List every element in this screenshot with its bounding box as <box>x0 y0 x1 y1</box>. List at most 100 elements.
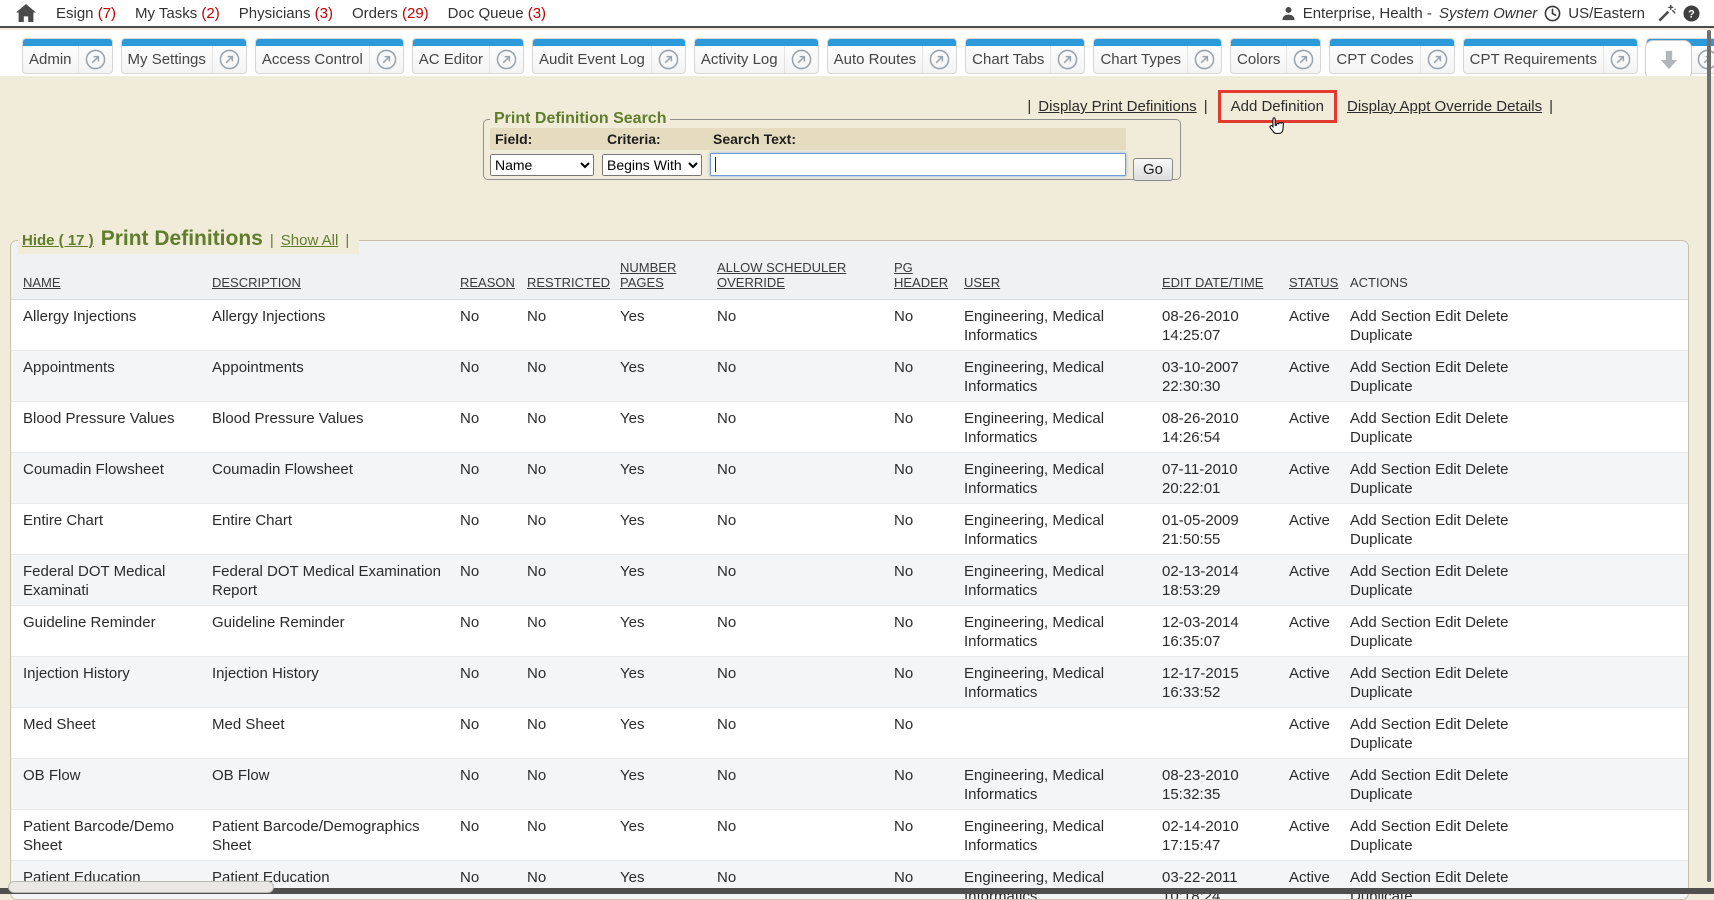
tab-chart-types[interactable]: Chart Types <box>1093 38 1222 74</box>
tab-access-control[interactable]: Access Control <box>255 38 404 74</box>
action-delete[interactable]: Delete <box>1465 563 1508 580</box>
open-in-new-icon[interactable] <box>376 49 397 70</box>
nav-physicians[interactable]: Physicians (3) <box>239 5 333 22</box>
open-in-new-icon[interactable] <box>1427 49 1448 70</box>
action-edit[interactable]: Edit <box>1435 461 1461 478</box>
action-delete[interactable]: Delete <box>1465 665 1508 682</box>
tab-cpt-codes[interactable]: CPT Codes <box>1329 38 1454 74</box>
action-duplicate[interactable]: Duplicate <box>1350 429 1413 446</box>
action-delete[interactable]: Delete <box>1465 767 1508 784</box>
action-edit[interactable]: Edit <box>1435 818 1461 835</box>
wand-icon[interactable] <box>1657 4 1676 23</box>
nav-doc-queue[interactable]: Doc Queue (3) <box>448 5 546 22</box>
add-definition-link[interactable]: Add Definition <box>1218 90 1337 123</box>
action-add-section[interactable]: Add Section <box>1350 563 1431 580</box>
action-duplicate[interactable]: Duplicate <box>1350 582 1413 599</box>
action-add-section[interactable]: Add Section <box>1350 665 1431 682</box>
action-duplicate[interactable]: Duplicate <box>1350 531 1413 548</box>
open-in-new-icon[interactable] <box>496 49 517 70</box>
action-delete[interactable]: Delete <box>1465 614 1508 631</box>
open-in-new-icon[interactable] <box>791 49 812 70</box>
open-in-new-icon[interactable] <box>1057 49 1078 70</box>
show-all-link[interactable]: Show All <box>281 232 339 249</box>
action-edit[interactable]: Edit <box>1435 359 1461 376</box>
tab-activity-log[interactable]: Activity Log <box>694 38 819 74</box>
action-add-section[interactable]: Add Section <box>1350 614 1431 631</box>
action-duplicate[interactable]: Duplicate <box>1350 786 1413 803</box>
tab-admin[interactable]: Admin <box>22 38 113 74</box>
column-header-allow-scheduler-override[interactable]: ALLOW SCHEDULER OVERRIDE <box>711 241 888 299</box>
nav-orders[interactable]: Orders (29) <box>352 5 429 22</box>
open-in-new-icon[interactable] <box>1697 49 1714 70</box>
open-in-new-icon[interactable] <box>929 49 950 70</box>
action-edit[interactable]: Edit <box>1435 410 1461 427</box>
action-duplicate[interactable]: Duplicate <box>1350 684 1413 701</box>
column-header-edit-date-time[interactable]: EDIT DATE/TIME <box>1156 241 1283 299</box>
column-header-number-pages[interactable]: NUMBER PAGES <box>614 241 711 299</box>
vertical-scrollbar[interactable] <box>1707 30 1711 882</box>
tab-cpt-requirements[interactable]: CPT Requirements <box>1463 38 1638 74</box>
open-in-new-icon[interactable] <box>1194 49 1215 70</box>
action-edit[interactable]: Edit <box>1435 308 1461 325</box>
display-appt-override-details-link[interactable]: Display Appt Override Details <box>1347 98 1542 115</box>
column-header-user[interactable]: USER <box>958 241 1156 299</box>
open-in-new-icon[interactable] <box>1293 49 1314 70</box>
open-in-new-icon[interactable] <box>1610 49 1631 70</box>
action-edit[interactable]: Edit <box>1435 512 1461 529</box>
column-header-restricted[interactable]: RESTRICTED <box>521 241 614 299</box>
column-header-reason[interactable]: REASON <box>454 241 521 299</box>
action-duplicate[interactable]: Duplicate <box>1350 633 1413 650</box>
action-edit[interactable]: Edit <box>1435 665 1461 682</box>
action-edit[interactable]: Edit <box>1435 614 1461 631</box>
action-duplicate[interactable]: Duplicate <box>1350 735 1413 752</box>
go-button[interactable]: Go <box>1133 158 1173 181</box>
field-select[interactable]: Name <box>490 154 594 176</box>
tab-colors[interactable]: Colors <box>1230 38 1321 74</box>
tab-my-settings[interactable]: My Settings <box>121 38 247 74</box>
action-add-section[interactable]: Add Section <box>1350 359 1431 376</box>
action-delete[interactable]: Delete <box>1465 818 1508 835</box>
action-duplicate[interactable]: Duplicate <box>1350 480 1413 497</box>
nav-my-tasks[interactable]: My Tasks (2) <box>135 5 220 22</box>
action-add-section[interactable]: Add Section <box>1350 716 1431 733</box>
action-add-section[interactable]: Add Section <box>1350 512 1431 529</box>
action-duplicate[interactable]: Duplicate <box>1350 327 1413 344</box>
search-text-input[interactable] <box>710 153 1126 176</box>
action-duplicate[interactable]: Duplicate <box>1350 378 1413 395</box>
column-header-status[interactable]: STATUS <box>1283 241 1344 299</box>
action-delete[interactable]: Delete <box>1465 410 1508 427</box>
help-icon[interactable]: ? <box>1683 5 1700 22</box>
tab-ac-editor[interactable]: AC Editor <box>412 38 524 74</box>
tab-audit-event-log[interactable]: Audit Event Log <box>532 38 686 74</box>
horizontal-scrollbar-thumb[interactable] <box>8 881 274 893</box>
action-edit[interactable]: Edit <box>1435 716 1461 733</box>
action-add-section[interactable]: Add Section <box>1350 308 1431 325</box>
action-delete[interactable]: Delete <box>1465 716 1508 733</box>
home-icon[interactable] <box>16 4 36 22</box>
column-header-pg-header[interactable]: PG HEADER <box>888 241 958 299</box>
action-add-section[interactable]: Add Section <box>1350 869 1431 886</box>
criteria-select[interactable]: Begins With <box>602 154 702 176</box>
open-in-new-icon[interactable] <box>85 49 106 70</box>
open-in-new-icon[interactable] <box>219 49 240 70</box>
action-delete[interactable]: Delete <box>1465 308 1508 325</box>
nav-esign[interactable]: Esign (7) <box>56 5 116 22</box>
open-in-new-icon[interactable] <box>658 49 679 70</box>
action-edit[interactable]: Edit <box>1435 767 1461 784</box>
action-add-section[interactable]: Add Section <box>1350 767 1431 784</box>
pipe: | <box>1549 98 1553 115</box>
action-add-section[interactable]: Add Section <box>1350 818 1431 835</box>
action-delete[interactable]: Delete <box>1465 359 1508 376</box>
action-add-section[interactable]: Add Section <box>1350 461 1431 478</box>
action-delete[interactable]: Delete <box>1465 461 1508 478</box>
action-add-section[interactable]: Add Section <box>1350 410 1431 427</box>
hide-link[interactable]: Hide ( 17 ) <box>22 232 94 249</box>
action-edit[interactable]: Edit <box>1435 869 1461 886</box>
tab-chart-tabs[interactable]: Chart Tabs <box>965 38 1085 74</box>
more-tabs-button[interactable] <box>1645 40 1692 76</box>
action-delete[interactable]: Delete <box>1465 512 1508 529</box>
action-edit[interactable]: Edit <box>1435 563 1461 580</box>
action-duplicate[interactable]: Duplicate <box>1350 837 1413 854</box>
tab-auto-routes[interactable]: Auto Routes <box>827 38 958 74</box>
action-delete[interactable]: Delete <box>1465 869 1508 886</box>
